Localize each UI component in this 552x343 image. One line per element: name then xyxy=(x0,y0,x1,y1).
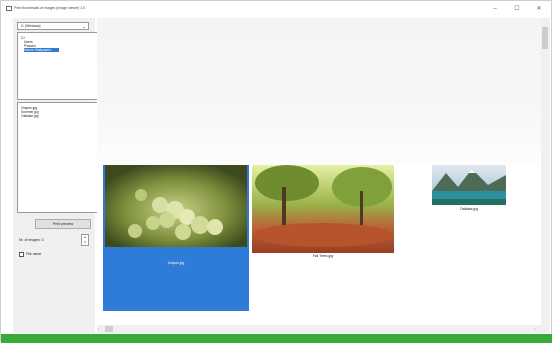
vertical-scroll-thumb[interactable] xyxy=(542,27,548,49)
horizontal-scrollbar[interactable]: ‹ › xyxy=(97,325,541,333)
thumbnail-card[interactable]: Oaklake.jpg xyxy=(432,165,506,219)
vertical-scrollbar[interactable] xyxy=(541,18,550,333)
scroll-left-icon[interactable]: ‹ xyxy=(98,326,99,331)
chevron-down-icon: ⌄ xyxy=(82,24,86,29)
title-bar: Print thumbnails of images (Image viewer… xyxy=(1,1,551,17)
left-panel: C: [Windows] ⌄ C:\ Users Pictures Nature… xyxy=(13,18,101,333)
file-name-checkbox[interactable] xyxy=(19,252,24,257)
scroll-right-icon[interactable]: › xyxy=(534,326,535,331)
print-preview-button[interactable]: Print preview xyxy=(35,219,91,229)
thumbnail-image xyxy=(432,165,506,205)
thumbnail-label: Fall Trees.jpg xyxy=(312,254,334,258)
close-button[interactable]: ✕ xyxy=(533,4,545,14)
images-per-line-label: Nr. of images: 3 xyxy=(19,238,44,242)
chevron-down-icon[interactable]: ▾ xyxy=(82,240,88,245)
maximize-button[interactable]: ☐ xyxy=(511,4,523,14)
thumbnail-label: Oaklake.jpg xyxy=(460,207,478,211)
preview-background xyxy=(97,18,541,166)
minimize-button[interactable]: – xyxy=(489,4,501,14)
folder-tree[interactable]: C:\ Users Pictures Nature Wallpapers xyxy=(17,32,101,100)
horizontal-scroll-thumb[interactable] xyxy=(105,326,113,332)
drive-select[interactable]: C: [Windows] ⌄ xyxy=(17,22,89,30)
thumbnail-image xyxy=(252,165,394,253)
thumbnail-image xyxy=(105,165,247,247)
thumbnail-card[interactable]: Grapes.jpg xyxy=(103,165,249,311)
window-title: Print thumbnails of images (Image viewer… xyxy=(14,6,86,10)
file-name-checkbox-label: File name xyxy=(26,252,42,256)
tree-item-selected[interactable]: Nature Wallpapers xyxy=(24,48,60,52)
thumbnail-view[interactable]: Grapes.jpg Fall Trees.jpg Oaklake.jpg xyxy=(97,18,541,333)
app-window: Print thumbnails of images (Image viewer… xyxy=(0,0,552,343)
thumbnail-card[interactable]: Fall Trees.jpg xyxy=(252,165,394,265)
file-list[interactable]: Grapes.jpg Summer.jpg Oaklake.jpg xyxy=(17,102,101,213)
images-per-line-stepper[interactable]: ▴ ▾ xyxy=(81,234,89,246)
app-icon xyxy=(6,6,12,11)
thumbnail-label: Grapes.jpg xyxy=(167,261,185,265)
file-item[interactable]: Oaklake.jpg xyxy=(21,114,38,118)
drive-select-value: C: [Windows] xyxy=(21,24,41,28)
